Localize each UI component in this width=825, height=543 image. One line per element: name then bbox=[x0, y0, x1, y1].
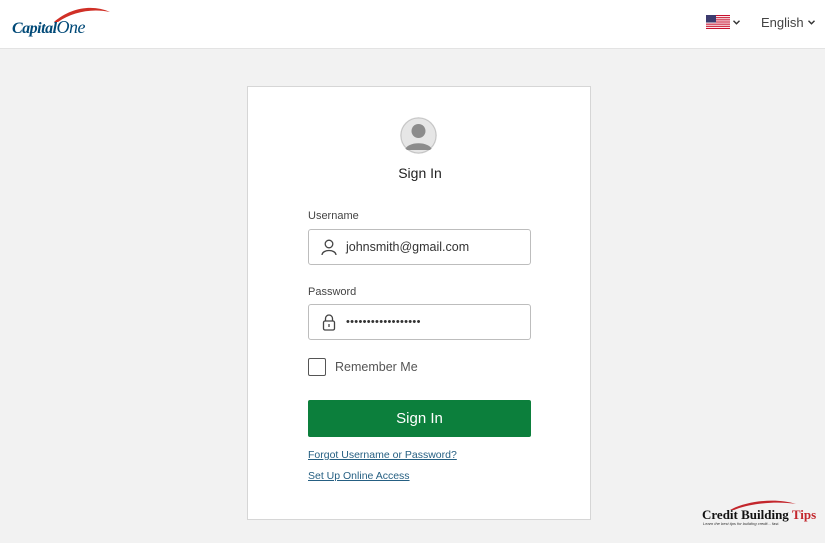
remember-me[interactable]: Remember Me bbox=[308, 358, 418, 376]
user-avatar-icon bbox=[400, 117, 437, 154]
signin-card: Sign In Username johnsmith@gmail.com Pas… bbox=[247, 86, 591, 520]
setup-online-access-link[interactable]: Set Up Online Access bbox=[308, 470, 410, 482]
capital-one-logo[interactable]: CapitalOne bbox=[12, 6, 112, 40]
remember-me-checkbox[interactable] bbox=[308, 358, 326, 376]
credit-building-tips-watermark: Credit Building Tips Learn the best tips… bbox=[700, 499, 817, 529]
lock-icon bbox=[322, 314, 336, 331]
password-value: •••••••••••••••••• bbox=[346, 316, 421, 328]
chevron-down-icon bbox=[807, 19, 815, 25]
username-field[interactable]: johnsmith@gmail.com bbox=[308, 229, 531, 265]
person-icon bbox=[321, 239, 337, 256]
country-selector[interactable] bbox=[706, 14, 742, 30]
page-title: Sign In bbox=[398, 165, 442, 181]
logo-text-capital: Capital bbox=[12, 20, 57, 37]
top-bar: CapitalOne English bbox=[0, 0, 825, 49]
us-flag-icon bbox=[706, 15, 730, 29]
watermark-subtitle: Learn the best tips for building credit.… bbox=[703, 521, 780, 526]
forgot-credentials-link[interactable]: Forgot Username or Password? bbox=[308, 449, 457, 461]
username-label: Username bbox=[308, 210, 359, 222]
sign-in-button[interactable]: Sign In bbox=[308, 400, 531, 437]
language-selector[interactable]: English bbox=[761, 13, 815, 31]
password-label: Password bbox=[308, 286, 357, 298]
watermark-title-main: Credit Building bbox=[702, 507, 792, 522]
watermark-title-accent: Tips bbox=[791, 507, 817, 522]
avatar bbox=[400, 117, 437, 154]
logo-text-one: One bbox=[56, 17, 86, 37]
username-value: johnsmith@gmail.com bbox=[346, 240, 470, 254]
logo-text: CapitalOne bbox=[12, 17, 86, 38]
chevron-down-icon bbox=[733, 19, 740, 25]
language-label: English bbox=[761, 14, 804, 30]
remember-me-label: Remember Me bbox=[335, 360, 418, 374]
password-field[interactable]: •••••••••••••••••• bbox=[308, 304, 531, 340]
